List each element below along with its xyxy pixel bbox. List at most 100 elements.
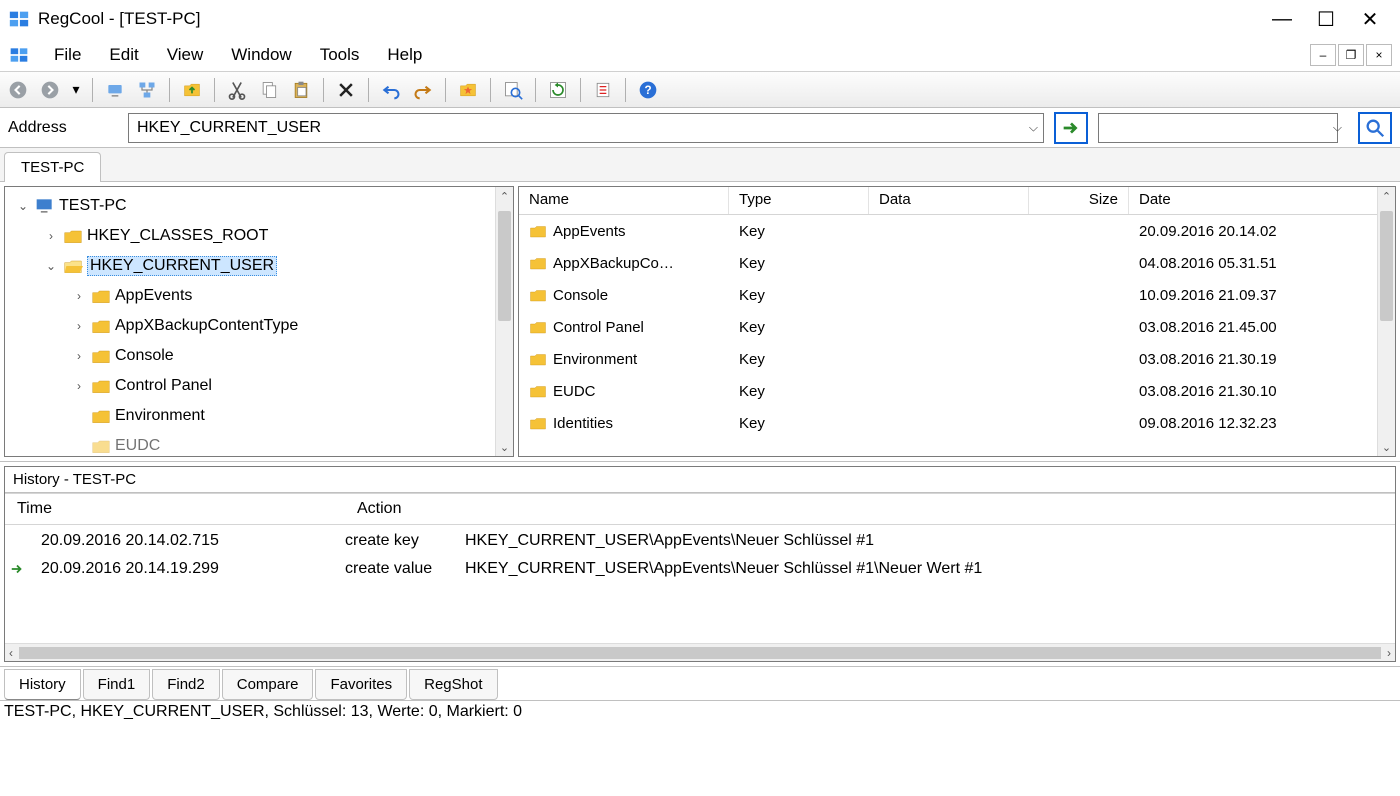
close-button[interactable]: ✕ — [1348, 3, 1392, 35]
tab-favorites[interactable]: Favorites — [315, 669, 407, 700]
undo-button[interactable] — [377, 76, 405, 104]
collapse-icon[interactable]: ⌄ — [43, 259, 59, 273]
history-col-action[interactable]: Action — [345, 500, 1395, 518]
list-header: Name Type Data Size Date — [519, 187, 1395, 215]
history-row[interactable]: 20.09.2016 20.14.19.299create valueHKEY_… — [5, 555, 1395, 583]
top-tab-testpc[interactable]: TEST-PC — [4, 152, 101, 182]
tab-find1[interactable]: Find1 — [83, 669, 151, 700]
tree-root[interactable]: ⌄ TEST-PC — [5, 191, 513, 221]
folder-icon — [529, 319, 547, 335]
column-type[interactable]: Type — [729, 187, 869, 214]
cell-name: AppXBackupCo… — [553, 255, 674, 272]
tree-item[interactable]: EUDC — [5, 431, 513, 457]
help-button[interactable]: ? — [634, 76, 662, 104]
go-button[interactable] — [1054, 112, 1088, 144]
tab-history[interactable]: History — [4, 669, 81, 700]
scroll-up-icon[interactable]: ⌃ — [1378, 187, 1395, 205]
collapse-icon[interactable]: ⌄ — [15, 199, 31, 213]
expand-icon[interactable]: › — [43, 229, 59, 243]
tree-item[interactable]: › Console — [5, 341, 513, 371]
top-tabstrip: TEST-PC — [0, 148, 1400, 182]
list-row[interactable]: ConsoleKey10.09.2016 21.09.37 — [519, 279, 1395, 311]
list-row[interactable]: IdentitiesKey09.08.2016 12.32.23 — [519, 407, 1395, 439]
list-row[interactable]: AppXBackupCo…Key04.08.2016 05.31.51 — [519, 247, 1395, 279]
regshot-button[interactable] — [589, 76, 617, 104]
copy-button[interactable] — [255, 76, 283, 104]
tree-label: Console — [115, 347, 174, 365]
chevron-down-icon[interactable]: ⌵ — [1029, 120, 1038, 135]
history-row[interactable]: 20.09.2016 20.14.02.715create keyHKEY_CU… — [5, 527, 1395, 555]
menu-window[interactable]: Window — [217, 41, 305, 69]
cell-date: 03.08.2016 21.45.00 — [1129, 319, 1395, 336]
mdi-minimize-button[interactable]: – — [1310, 44, 1336, 66]
column-name[interactable]: Name — [519, 187, 729, 214]
tab-regshot[interactable]: RegShot — [409, 669, 497, 700]
address-input[interactable] — [128, 113, 1044, 143]
scroll-down-icon[interactable]: ⌄ — [496, 438, 513, 456]
folder-icon — [529, 351, 547, 367]
list-row[interactable]: Control PanelKey03.08.2016 21.45.00 — [519, 311, 1395, 343]
paste-button[interactable] — [287, 76, 315, 104]
list-scrollbar[interactable]: ⌃ ⌄ — [1377, 187, 1395, 456]
tree-item[interactable]: › HKEY_CLASSES_ROOT — [5, 221, 513, 251]
list-row[interactable]: EnvironmentKey03.08.2016 21.30.19 — [519, 343, 1395, 375]
tree-label: TEST-PC — [59, 197, 127, 215]
tree-item[interactable]: Environment — [5, 401, 513, 431]
list-row[interactable]: EUDCKey03.08.2016 21.30.10 — [519, 375, 1395, 407]
list-row[interactable]: AppEventsKey20.09.2016 20.14.02 — [519, 215, 1395, 247]
tree-label: HKEY_CURRENT_USER — [87, 256, 277, 276]
scroll-left-icon[interactable]: ‹ — [9, 646, 13, 660]
expand-icon[interactable]: › — [71, 319, 87, 333]
redo-button[interactable] — [409, 76, 437, 104]
tree-item[interactable]: › AppEvents — [5, 281, 513, 311]
menu-view[interactable]: View — [153, 41, 218, 69]
mdi-restore-button[interactable]: ❐ — [1338, 44, 1364, 66]
history-col-time[interactable]: Time — [5, 500, 345, 518]
tree-panel: ⌄ TEST-PC › HKEY_CLASSES_ROOT ⌄ HKEY_CUR… — [4, 186, 514, 457]
connect-button[interactable] — [101, 76, 129, 104]
cell-date: 03.08.2016 21.30.10 — [1129, 383, 1395, 400]
tab-compare[interactable]: Compare — [222, 669, 314, 700]
cell-type: Key — [729, 383, 869, 400]
history-panel: History - TEST-PC Time Action 20.09.2016… — [4, 466, 1396, 662]
history-detail: HKEY_CURRENT_USER\AppEvents\Neuer Schlüs… — [465, 560, 1395, 578]
nav-back-button[interactable] — [4, 76, 32, 104]
expand-icon[interactable]: › — [71, 349, 87, 363]
refresh-button[interactable] — [544, 76, 572, 104]
column-data[interactable]: Data — [869, 187, 1029, 214]
find-button[interactable] — [499, 76, 527, 104]
cell-date: 20.09.2016 20.14.02 — [1129, 223, 1395, 240]
expand-icon[interactable]: › — [71, 289, 87, 303]
menu-file[interactable]: File — [40, 41, 95, 69]
column-date[interactable]: Date — [1129, 187, 1395, 214]
scroll-up-icon[interactable]: ⌃ — [496, 187, 513, 205]
search-button[interactable] — [1358, 112, 1392, 144]
tab-find2[interactable]: Find2 — [152, 669, 220, 700]
nav-forward-button[interactable] — [36, 76, 64, 104]
mdi-close-button[interactable]: × — [1366, 44, 1392, 66]
tree-item[interactable]: › Control Panel — [5, 371, 513, 401]
expand-icon[interactable]: › — [71, 379, 87, 393]
chevron-down-icon[interactable]: ⌵ — [1333, 120, 1342, 135]
nav-history-dropdown[interactable]: ▾ — [68, 76, 84, 104]
search-input[interactable] — [1098, 113, 1338, 143]
minimize-button[interactable]: — — [1260, 3, 1304, 35]
tree-scrollbar[interactable]: ⌃ ⌄ — [495, 187, 513, 456]
network-button[interactable] — [133, 76, 161, 104]
favorites-button[interactable] — [454, 76, 482, 104]
scroll-right-icon[interactable]: › — [1387, 646, 1391, 660]
menu-tools[interactable]: Tools — [306, 41, 374, 69]
cut-button[interactable] — [223, 76, 251, 104]
menu-help[interactable]: Help — [373, 41, 436, 69]
history-h-scroll[interactable]: ‹ › — [5, 643, 1395, 661]
tree-item-selected[interactable]: ⌄ HKEY_CURRENT_USER — [5, 251, 513, 281]
up-button[interactable] — [178, 76, 206, 104]
tree-label: EUDC — [115, 437, 160, 455]
maximize-button[interactable]: ☐ — [1304, 3, 1348, 35]
menu-edit[interactable]: Edit — [95, 41, 152, 69]
tree-label: Control Panel — [115, 377, 212, 395]
tree-item[interactable]: › AppXBackupContentType — [5, 311, 513, 341]
delete-button[interactable] — [332, 76, 360, 104]
scroll-down-icon[interactable]: ⌄ — [1378, 438, 1395, 456]
column-size[interactable]: Size — [1029, 187, 1129, 214]
